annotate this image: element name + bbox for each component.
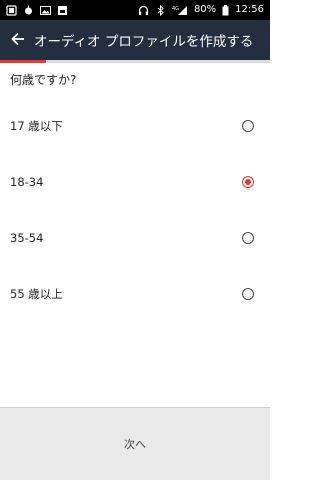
arrow-left-icon — [11, 31, 25, 50]
page-title: オーディオ プロファイルを作成する — [34, 34, 254, 50]
app-bar: オーディオ プロファイルを作成する — [0, 20, 270, 60]
option-label: 55 歳以上 — [10, 287, 63, 301]
next-button[interactable]: 次へ — [124, 436, 146, 452]
status-left — [6, 4, 68, 16]
option-row-3[interactable]: 55 歳以上 — [0, 274, 270, 314]
network-type: 4G — [172, 6, 179, 12]
bluetooth-icon — [155, 4, 166, 16]
progress-fill — [0, 60, 46, 63]
option-label: 18-34 — [10, 175, 44, 189]
status-bar: 4G 80% 12:56 — [0, 0, 270, 20]
notification-app-icon — [23, 5, 34, 16]
radio-button[interactable] — [242, 288, 254, 300]
option-row-1[interactable]: 18-34 — [0, 162, 270, 202]
clock: 12:56 — [235, 4, 264, 15]
image-icon — [40, 5, 51, 16]
headphones-icon — [138, 5, 149, 16]
store-icon — [57, 5, 68, 16]
status-right: 4G 80% 12:56 — [138, 0, 264, 20]
question-label: 何歳ですか? — [10, 73, 77, 87]
radio-button[interactable] — [242, 176, 254, 188]
option-label: 17 歳以下 — [10, 119, 63, 133]
radio-selected-dot — [245, 179, 251, 185]
screen: 4G 80% 12:56 オーディオ プロファイルを作成する 何歳ですか? 17… — [0, 0, 270, 480]
battery-percent: 80% — [193, 4, 217, 15]
option-label: 35-54 — [10, 231, 44, 245]
notification-square-icon — [6, 4, 17, 16]
option-row-2[interactable]: 35-54 — [0, 218, 270, 258]
radio-button[interactable] — [242, 232, 254, 244]
radio-button[interactable] — [242, 120, 254, 132]
back-button[interactable] — [2, 20, 34, 60]
signal-icon: 4G — [172, 5, 188, 16]
option-row-0[interactable]: 17 歳以下 — [0, 106, 270, 146]
footer-bar: 次へ — [0, 407, 270, 480]
battery-icon — [222, 4, 229, 16]
progress-bar — [0, 60, 270, 63]
